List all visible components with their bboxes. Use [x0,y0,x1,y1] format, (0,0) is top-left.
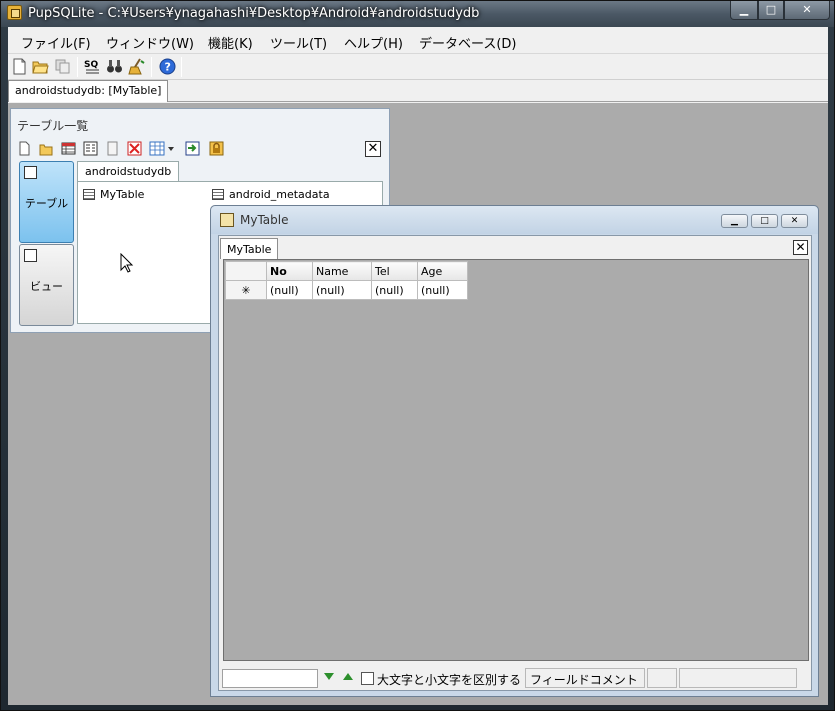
toolbar-separator [181,57,182,77]
sql-icon-label: SQ [84,60,98,70]
document-icon[interactable] [105,141,120,156]
menu-file[interactable]: ファイル(F) [21,33,91,52]
new-row: ✳ (null) (null) (null) (null) [225,280,468,300]
table-list-title: テーブル一覧 [17,119,89,133]
child-window-controls: ▁ □ ✕ [721,214,808,228]
menu-tools[interactable]: ツール(T) [270,33,327,52]
open-folder-icon[interactable] [39,141,54,156]
help-icon[interactable]: ? [159,58,176,75]
table-icon[interactable] [61,141,76,156]
app-icon[interactable] [7,5,22,20]
open-folder-icon[interactable] [32,58,49,75]
table-icon [83,189,95,200]
tab-androidstudydb-mytable[interactable]: androidstudydb: [MyTable] [8,80,169,102]
menu-functions[interactable]: 機能(K) [208,33,253,52]
column-header-name[interactable]: Name [312,261,372,281]
menu-help[interactable]: ヘルプ(H) [344,33,403,52]
mytable-body: MyTable ✕ No Name Tel Age ✳ (null) (null… [218,235,812,691]
broom-icon[interactable] [128,58,145,75]
menu-bar: ファイル(F) ウィンドウ(W) 機能(K) ツール(T) ヘルプ(H) データ… [8,27,828,54]
mouse-cursor-icon [120,253,134,273]
column-header-age[interactable]: Age [417,261,468,281]
table-window-icon [220,213,234,227]
minimize-button[interactable]: ▁ [730,1,758,20]
table-list-toolbar: ✕ [17,139,383,159]
side-tab-tables-label: テーブル [24,197,69,210]
new-row-marker[interactable]: ✳ [225,280,267,300]
data-grid-area: No Name Tel Age ✳ (null) (null) (null) (… [223,259,809,661]
svg-text:?: ? [165,61,171,74]
menu-database[interactable]: データベース(D) [419,33,517,52]
case-sensitive-checkbox[interactable] [361,672,374,685]
table-icon [24,166,37,179]
search-input[interactable] [222,669,318,688]
table-list-close-button[interactable]: ✕ [365,141,381,157]
cell-tel[interactable]: (null) [371,280,418,300]
status-panel [679,668,797,688]
status-panel [647,668,677,688]
child-maximize-button[interactable]: □ [751,214,778,228]
cell-age[interactable]: (null) [417,280,468,300]
column-header-no[interactable]: No [266,261,313,281]
side-tab-views-label: ビュー [30,280,63,293]
table-item-label: android_metadata [229,188,330,201]
window-title: PupSQLite - C:¥Users¥ynagahashi¥Desktop¥… [28,6,480,21]
table-item-label: MyTable [100,188,145,201]
tab-close-button[interactable]: ✕ [793,240,808,255]
delete-icon[interactable] [127,141,142,156]
grid-corner[interactable] [225,261,267,281]
mytable-title-bar[interactable]: MyTable ▁ □ ✕ [211,206,818,234]
binoculars-icon[interactable] [106,58,123,75]
child-close-button[interactable]: ✕ [781,214,808,228]
lock-icon[interactable] [209,141,224,156]
app-window: PupSQLite - C:¥Users¥ynagahashi¥Desktop¥… [0,0,835,711]
search-bar: 大文字と小文字を区別する フィールドコメント [219,664,811,690]
database-tab[interactable]: androidstudydb [77,161,180,182]
case-sensitive-label: 大文字と小文字を区別する [377,673,522,687]
toolbar-separator [151,57,152,77]
import-icon[interactable] [185,141,200,156]
menu-window[interactable]: ウィンドウ(W) [106,33,194,52]
field-comment-label: フィールドコメント [525,668,645,688]
grid-dropdown-icon[interactable] [149,141,175,156]
mytable-window-title: MyTable [240,213,289,227]
tab-mytable[interactable]: MyTable [220,238,279,259]
column-header-tel[interactable]: Tel [371,261,418,281]
side-tab-views[interactable]: ビュー [19,244,74,326]
table-item-android-metadata[interactable]: android_metadata [212,188,330,201]
sql-icon[interactable]: SQ [84,58,101,75]
cell-name[interactable]: (null) [312,280,372,300]
side-tab-tables[interactable]: テーブル [19,161,74,243]
main-toolbar: SQ ? [8,54,828,80]
title-bar[interactable]: PupSQLite - C:¥Users¥ynagahashi¥Desktop¥… [1,1,834,27]
new-table-icon[interactable] [17,141,32,156]
document-tab-strip: androidstudydb: [MyTable] [8,80,828,102]
new-file-icon[interactable] [11,58,28,75]
toolbar-separator [77,57,78,77]
table-item-mytable[interactable]: MyTable [83,188,144,201]
search-prev-icon[interactable] [343,673,353,680]
close-button[interactable]: ✕ [784,1,830,20]
view-icon [24,249,37,262]
maximize-button[interactable]: □ [758,1,784,20]
grid-header-row: No Name Tel Age [225,261,468,281]
child-minimize-button[interactable]: ▁ [721,214,748,228]
table-icon [212,189,224,200]
data-grid: No Name Tel Age ✳ (null) (null) (null) (… [225,261,468,300]
window-controls: ▁ □ ✕ [730,1,830,20]
mytable-window: MyTable ▁ □ ✕ MyTable ✕ No Name Tel Age [210,205,819,697]
cell-no[interactable]: (null) [266,280,313,300]
columns-icon[interactable] [83,141,98,156]
search-next-icon[interactable] [324,673,334,680]
copy-icon[interactable] [54,58,71,75]
